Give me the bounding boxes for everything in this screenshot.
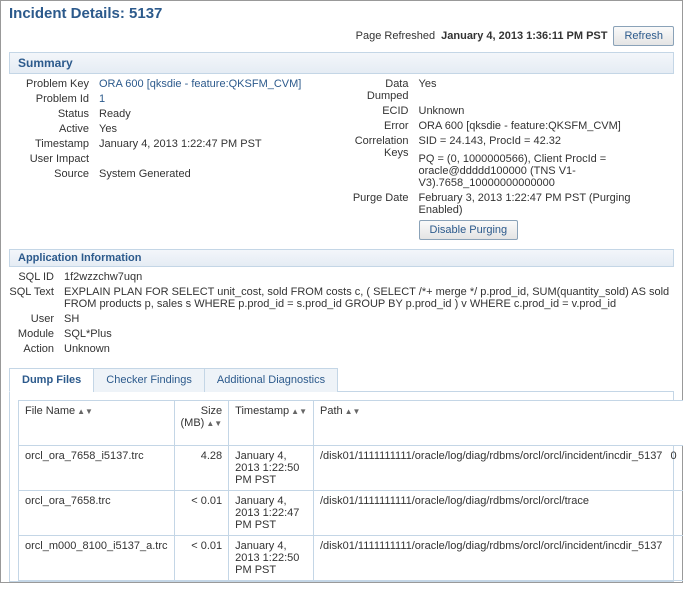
- ecid-label: ECID: [347, 105, 419, 117]
- problem-id-link[interactable]: 1: [99, 93, 337, 105]
- disable-purging-button[interactable]: Disable Purging: [419, 220, 519, 240]
- cell-path: /disk01/1111111111/oracle/log/diag/rdbms…: [314, 536, 683, 581]
- problem-key-link[interactable]: ORA 600 [qksdie - feature:QKSFM_CVM]: [99, 78, 337, 90]
- ecid-value: Unknown: [419, 105, 675, 117]
- active-label: Active: [9, 123, 99, 135]
- cell-path: /disk01/1111111111/oracle/log/diag/rdbms…: [314, 446, 683, 491]
- sql-id-value: 1f2wzzchw7uqn: [64, 271, 674, 283]
- table-row: orcl_ora_7658.trc< 0.01January 4, 2013 1…: [19, 491, 683, 536]
- problem-key-label: Problem Key: [9, 78, 99, 90]
- col-timestamp[interactable]: Timestamp▲▼: [229, 401, 314, 446]
- tab-dump-files[interactable]: Dump Files: [9, 368, 94, 392]
- sort-icon: ▲▼: [291, 407, 307, 416]
- action-label: Action: [9, 343, 64, 355]
- cell-timestamp: January 4, 2013 1:22:50 PM PST: [229, 536, 314, 581]
- user-value: SH: [64, 313, 674, 325]
- purge-date-text: February 3, 2013 1:22:47 PM PST (Purging…: [419, 192, 675, 216]
- correlation-keys-label: Correlation Keys: [347, 135, 419, 159]
- action-value: Unknown: [64, 343, 674, 355]
- page-title: Incident Details: 5137: [9, 5, 162, 22]
- col-path[interactable]: Path▲▼: [314, 401, 683, 446]
- module-label: Module: [9, 328, 64, 340]
- timestamp-label: Timestamp: [9, 138, 99, 150]
- col-file-name[interactable]: File Name▲▼: [19, 401, 175, 446]
- status-value: Ready: [99, 108, 337, 120]
- tab-additional-diagnostics[interactable]: Additional Diagnostics: [204, 368, 338, 392]
- user-label: User: [9, 313, 64, 325]
- page-refreshed-label: Page Refreshed: [356, 30, 436, 42]
- application-information-header: Application Information: [9, 249, 674, 267]
- table-row: orcl_m000_8100_i5137_a.trc< 0.01January …: [19, 536, 683, 581]
- sort-icon: ▲▼: [77, 407, 93, 416]
- cell-size: 4.28: [174, 446, 229, 491]
- cell-timestamp: January 4, 2013 1:22:47 PM PST: [229, 491, 314, 536]
- refresh-button[interactable]: Refresh: [613, 26, 674, 46]
- data-dumped-label: Data Dumped: [347, 78, 419, 102]
- source-value: System Generated: [99, 168, 337, 180]
- sql-text-value: EXPLAIN PLAN FOR SELECT unit_cost, sold …: [64, 286, 674, 310]
- cell-size: < 0.01: [174, 536, 229, 581]
- cell-file-name: orcl_ora_7658_i5137.trc: [19, 446, 175, 491]
- col-size[interactable]: Size (MB)▲▼: [174, 401, 229, 446]
- active-value: Yes: [99, 123, 337, 135]
- cell-path: /disk01/1111111111/oracle/log/diag/rdbms…: [314, 491, 683, 536]
- sort-icon: ▲▼: [206, 419, 222, 428]
- table-row: orcl_ora_7658_i5137.trc4.28January 4, 20…: [19, 446, 683, 491]
- status-label: Status: [9, 108, 99, 120]
- error-value: ORA 600 [qksdie - feature:QKSFM_CVM]: [419, 120, 675, 132]
- purge-date-label: Purge Date: [347, 192, 419, 204]
- cell-timestamp: January 4, 2013 1:22:50 PM PST: [229, 446, 314, 491]
- user-impact-label: User Impact: [9, 153, 99, 165]
- source-label: Source: [9, 168, 99, 180]
- dump-files-table: File Name▲▼ Size (MB)▲▼ Timestamp▲▼ Path…: [18, 400, 683, 581]
- error-label: Error: [347, 120, 419, 132]
- tabs: Dump Files Checker Findings Additional D…: [9, 367, 674, 392]
- cell-file-name: orcl_ora_7658.trc: [19, 491, 175, 536]
- problem-id-label: Problem Id: [9, 93, 99, 105]
- page-refreshed-date: January 4, 2013 1:36:11 PM PST: [441, 30, 607, 42]
- summary-header: Summary: [9, 52, 674, 74]
- correlation-keys-line1: SID = 24.143, ProcId = 42.32: [419, 135, 675, 147]
- sql-text-label: SQL Text: [9, 286, 64, 298]
- sql-id-label: SQL ID: [9, 271, 64, 283]
- correlation-keys-line2: PQ = (0, 1000000566), Client ProcId = or…: [419, 153, 675, 189]
- module-value: SQL*Plus: [64, 328, 674, 340]
- cell-file-name: orcl_m000_8100_i5137_a.trc: [19, 536, 175, 581]
- tab-checker-findings[interactable]: Checker Findings: [93, 368, 205, 392]
- sort-icon: ▲▼: [345, 407, 361, 416]
- cell-size: < 0.01: [174, 491, 229, 536]
- data-dumped-value: Yes: [419, 78, 675, 90]
- timestamp-value: January 4, 2013 1:22:47 PM PST: [99, 138, 337, 150]
